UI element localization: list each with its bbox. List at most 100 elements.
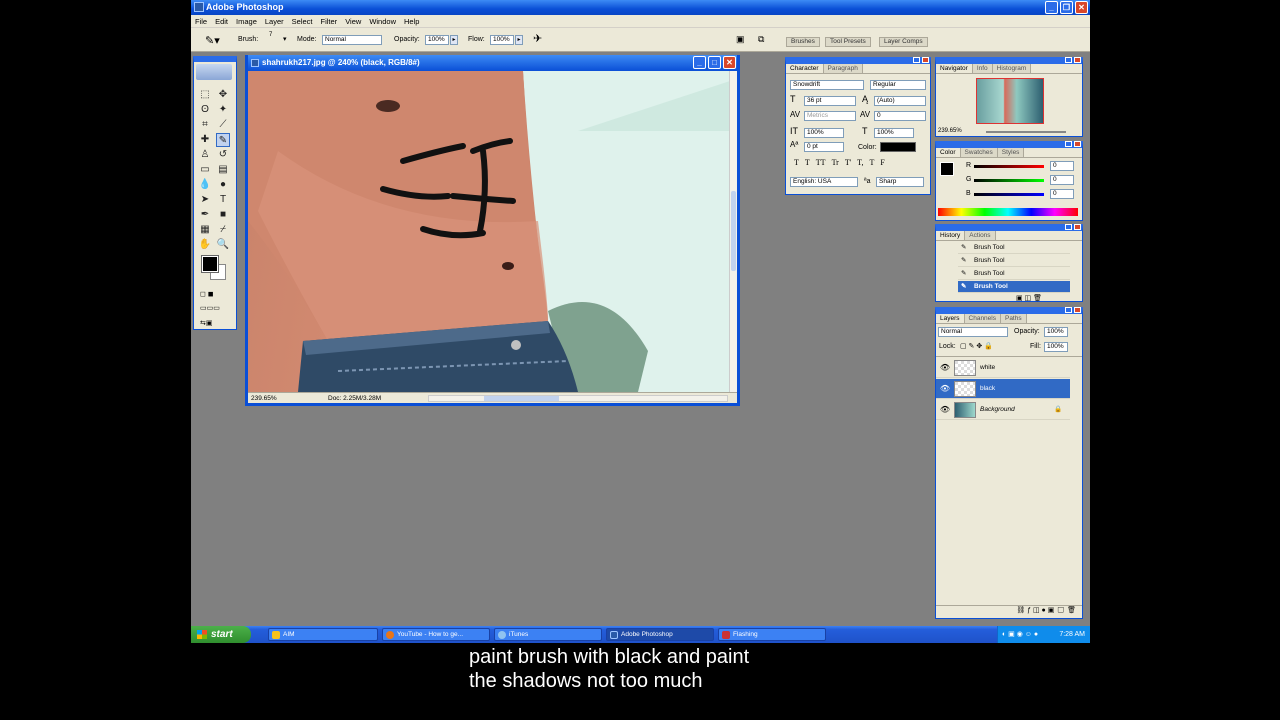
tab-navigator[interactable]: Navigator (936, 64, 973, 73)
kerning-input[interactable]: Metrics (804, 111, 856, 121)
app-title-bar[interactable]: Adobe Photoshop _ ❐ ✕ (191, 0, 1090, 15)
pen-tool-icon[interactable]: ✒ (198, 208, 212, 222)
history-item[interactable]: ✎ Brush Tool (958, 268, 1070, 280)
canvas-horizontal-scrollbar[interactable] (428, 395, 728, 402)
strikethrough-button[interactable]: F (880, 158, 884, 170)
color-foreground-swatch[interactable] (940, 162, 954, 176)
panel-minimize-icon[interactable] (1065, 57, 1072, 63)
font-style-select[interactable]: Regular (870, 80, 926, 90)
airbrush-icon[interactable]: ✈ (533, 32, 542, 45)
navigator-thumbnail[interactable] (976, 78, 1044, 124)
taskbar-item-flashing[interactable]: Flashing (718, 628, 826, 641)
layers-footer-icons[interactable]: ⛓ ƒ ◫ ● ▣ ◻ 🗑 (936, 605, 1082, 617)
panel-close-icon[interactable] (1074, 307, 1081, 313)
opacity-input[interactable]: 100% (425, 35, 449, 45)
gradient-tool-icon[interactable]: ▤ (216, 163, 230, 177)
panel-close-icon[interactable] (1074, 224, 1081, 230)
tab-paths[interactable]: Paths (1000, 314, 1027, 323)
doc-maximize-icon[interactable]: □ (708, 56, 721, 69)
eye-icon[interactable]: 👁 (939, 379, 951, 399)
tab-histogram[interactable]: Histogram (992, 64, 1032, 73)
antialias-select[interactable]: Sharp (876, 177, 924, 187)
doc-size-readout[interactable]: Doc: 2.25M/3.28M (328, 393, 381, 404)
history-item[interactable]: ✎ Brush Tool (958, 255, 1070, 267)
all-caps-button[interactable]: TT (816, 158, 826, 170)
brush-tool-icon[interactable]: ✎ (216, 133, 230, 147)
brush-tool-preset-icon[interactable]: ✎▾ (205, 34, 220, 47)
tab-channels[interactable]: Channels (964, 314, 1001, 323)
faux-bold-button[interactable]: T (794, 158, 799, 170)
quick-mask-icons[interactable]: ◻ ◼ (200, 290, 230, 300)
channel-b-slider[interactable] (974, 193, 1044, 196)
jump-to-imageready-icon[interactable]: ⇆▣ (200, 319, 230, 329)
restore-icon[interactable]: ❐ (1060, 1, 1073, 14)
clock[interactable]: 7:28 AM (1059, 626, 1085, 643)
menu-file[interactable]: File (195, 17, 207, 26)
font-family-select[interactable]: Snowdrift (790, 80, 864, 90)
lasso-tool-icon[interactable]: ʘ (198, 103, 212, 117)
foreground-color-swatch[interactable] (201, 255, 219, 273)
language-select[interactable]: English: USA (790, 177, 858, 187)
history-item[interactable]: ✎ Brush Tool (958, 242, 1070, 254)
magic-wand-tool-icon[interactable]: ✦ (216, 103, 230, 117)
brush-picker-arrow-icon[interactable]: ▾ (283, 35, 287, 43)
eraser-tool-icon[interactable]: ▭ (198, 163, 212, 177)
faux-italic-button[interactable]: T (805, 158, 810, 170)
panel-minimize-icon[interactable] (913, 57, 920, 63)
small-caps-button[interactable]: Tr (832, 158, 839, 170)
subscript-button[interactable]: T, (857, 158, 863, 170)
clone-stamp-tool-icon[interactable]: ♙ (198, 148, 212, 162)
menu-select[interactable]: Select (292, 17, 313, 26)
tab-paragraph[interactable]: Paragraph (823, 64, 863, 73)
tab-swatches[interactable]: Swatches (960, 148, 998, 157)
zoom-tool-icon[interactable]: 🔍 (216, 238, 230, 252)
type-tool-icon[interactable]: T (216, 193, 230, 207)
channel-g-slider[interactable] (974, 179, 1044, 182)
canvas-vertical-scrollbar[interactable] (729, 71, 737, 392)
navigator-zoom-slider[interactable] (986, 131, 1066, 133)
baseline-shift-input[interactable]: 0 pt (804, 142, 844, 152)
move-tool-icon[interactable]: ✥ (216, 88, 230, 102)
close-icon[interactable]: ✕ (1075, 1, 1088, 14)
fill-input[interactable]: 100% (1044, 342, 1068, 352)
panel-minimize-icon[interactable] (1065, 141, 1072, 147)
hand-tool-icon[interactable]: ✋ (198, 238, 212, 252)
text-color-swatch[interactable] (880, 142, 916, 152)
layer-row-black[interactable]: 👁 black (936, 379, 1070, 399)
history-brush-tool-icon[interactable]: ↺ (216, 148, 230, 162)
taskbar-item-itunes[interactable]: iTunes (494, 628, 602, 641)
start-button[interactable]: start (191, 626, 251, 643)
layer-opacity-input[interactable]: 100% (1044, 327, 1068, 337)
menu-filter[interactable]: Filter (321, 17, 338, 26)
navigator-zoom[interactable]: 239.65% (938, 128, 962, 134)
tab-color[interactable]: Color (936, 148, 961, 157)
panel-minimize-icon[interactable] (1065, 224, 1072, 230)
menu-image[interactable]: Image (236, 17, 257, 26)
path-selection-tool-icon[interactable]: ➤ (198, 193, 212, 207)
eye-icon[interactable]: 👁 (939, 400, 951, 420)
menu-window[interactable]: Window (369, 17, 396, 26)
layer-row-white[interactable]: 👁 white (936, 358, 1070, 378)
history-item-current[interactable]: ✎ Brush Tool (958, 281, 1070, 293)
brush-size[interactable]: 7 (269, 32, 272, 38)
panel-close-icon[interactable] (922, 57, 929, 63)
tray-icons[interactable]: ◐ ▣ ◉ ☺ ● (1002, 626, 1038, 643)
layer-row-background[interactable]: 👁 Background 🔒 (936, 400, 1070, 420)
panel-close-icon[interactable] (1074, 57, 1081, 63)
channel-r-input[interactable]: 0 (1050, 161, 1074, 171)
notes-tool-icon[interactable]: ▦ (198, 223, 212, 237)
zoom-readout[interactable]: 239.65% (251, 393, 277, 404)
tab-layers[interactable]: Layers (936, 314, 965, 323)
font-size-input[interactable]: 36 pt (804, 96, 856, 106)
document-title-bar[interactable]: shahrukh217.jpg @ 240% (black, RGB/8#) _… (248, 55, 737, 71)
menu-help[interactable]: Help (404, 17, 419, 26)
tab-character[interactable]: Character (786, 64, 824, 73)
image-canvas[interactable] (248, 71, 730, 392)
tab-info[interactable]: Info (972, 64, 993, 73)
doc-minimize-icon[interactable]: _ (693, 56, 706, 69)
tab-actions[interactable]: Actions (965, 231, 996, 240)
screen-mode-icons[interactable]: ▭▭▭ (200, 304, 230, 314)
mode-select[interactable]: Normal (322, 35, 382, 45)
panel-close-icon[interactable] (1074, 141, 1081, 147)
menu-edit[interactable]: Edit (215, 17, 228, 26)
